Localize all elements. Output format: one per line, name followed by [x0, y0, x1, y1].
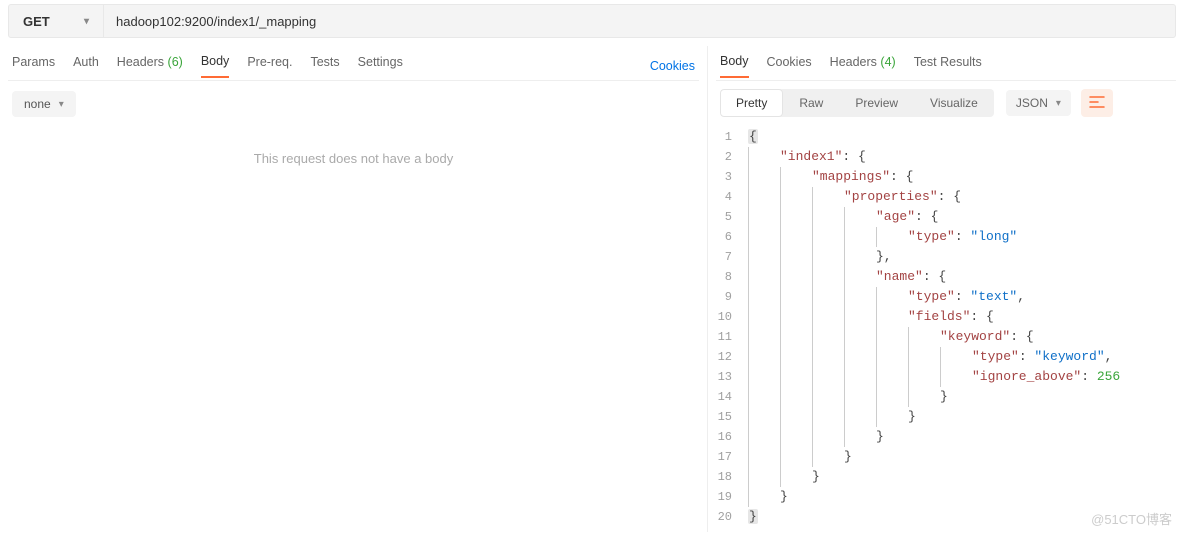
response-toolbar: Pretty Raw Preview Visualize JSON ▾	[708, 81, 1184, 123]
tab-resp-headers[interactable]: Headers (4)	[830, 55, 896, 77]
line-number: 14	[708, 387, 744, 407]
code-line: 1{	[708, 127, 1184, 147]
line-number: 9	[708, 287, 744, 307]
code-line: 9"type": "text",	[708, 287, 1184, 307]
code-line: 11"keyword": {	[708, 327, 1184, 347]
tab-params[interactable]: Params	[12, 55, 55, 77]
view-visualize[interactable]: Visualize	[914, 89, 994, 117]
chevron-down-icon: ▾	[1056, 98, 1061, 109]
chevron-down-icon: ▾	[59, 99, 64, 110]
view-pretty[interactable]: Pretty	[720, 89, 783, 117]
line-number: 4	[708, 187, 744, 207]
line-number: 1	[708, 127, 744, 147]
body-type-selector[interactable]: none ▾	[12, 91, 76, 117]
line-number: 15	[708, 407, 744, 427]
line-content: "keyword": {	[744, 327, 1184, 347]
code-line: 16}	[708, 427, 1184, 447]
tab-settings[interactable]: Settings	[358, 55, 403, 77]
line-content: "type": "long"	[744, 227, 1184, 247]
empty-body-message: This request does not have a body	[0, 151, 707, 166]
method-selector[interactable]: GET ▾	[9, 5, 104, 37]
line-number: 16	[708, 427, 744, 447]
url-input[interactable]	[104, 14, 1175, 29]
code-line: 6"type": "long"	[708, 227, 1184, 247]
request-bar: GET ▾	[8, 4, 1176, 38]
tab-body[interactable]: Body	[201, 54, 230, 78]
response-code[interactable]: 1{2"index1": {3"mappings": {4"properties…	[708, 123, 1184, 532]
code-line: 3"mappings": {	[708, 167, 1184, 187]
tab-resp-body[interactable]: Body	[720, 54, 749, 78]
line-number: 18	[708, 467, 744, 487]
wrap-icon	[1089, 95, 1105, 111]
line-number: 12	[708, 347, 744, 367]
code-line: 15}	[708, 407, 1184, 427]
request-pane: Params Auth Headers (6) Body Pre-req. Te…	[0, 46, 708, 532]
code-line: 18}	[708, 467, 1184, 487]
line-content: "ignore_above": 256	[744, 367, 1184, 387]
tab-prereq[interactable]: Pre-req.	[247, 55, 292, 77]
code-line: 17}	[708, 447, 1184, 467]
tab-headers[interactable]: Headers (6)	[117, 55, 183, 77]
format-selector[interactable]: JSON ▾	[1006, 90, 1071, 116]
code-line: 4"properties": {	[708, 187, 1184, 207]
wrap-lines-button[interactable]	[1081, 89, 1113, 117]
view-raw[interactable]: Raw	[783, 89, 839, 117]
line-number: 20	[708, 507, 744, 527]
line-content: },	[744, 247, 1184, 267]
line-content: }	[744, 427, 1184, 447]
line-content: "age": {	[744, 207, 1184, 227]
code-line: 10"fields": {	[708, 307, 1184, 327]
line-content: {	[744, 127, 1184, 147]
code-line: 8"name": {	[708, 267, 1184, 287]
code-line: 2"index1": {	[708, 147, 1184, 167]
code-line: 14}	[708, 387, 1184, 407]
line-content: }	[744, 387, 1184, 407]
line-content: }	[744, 467, 1184, 487]
code-line: 5"age": {	[708, 207, 1184, 227]
line-number: 10	[708, 307, 744, 327]
line-number: 7	[708, 247, 744, 267]
response-tabs: Body Cookies Headers (4) Test Results	[708, 46, 1184, 80]
view-preview[interactable]: Preview	[839, 89, 914, 117]
line-content: }	[744, 447, 1184, 467]
code-line: 19}	[708, 487, 1184, 507]
cookies-link[interactable]: Cookies	[650, 59, 695, 73]
line-content: }	[744, 407, 1184, 427]
line-number: 6	[708, 227, 744, 247]
body-controls: none ▾	[0, 81, 707, 127]
watermark: @51CTO博客	[1091, 509, 1172, 528]
tab-resp-cookies[interactable]: Cookies	[767, 55, 812, 77]
line-content: "name": {	[744, 267, 1184, 287]
line-number: 11	[708, 327, 744, 347]
line-content: "fields": {	[744, 307, 1184, 327]
tab-tests[interactable]: Tests	[310, 55, 339, 77]
line-content: "index1": {	[744, 147, 1184, 167]
line-number: 17	[708, 447, 744, 467]
line-number: 13	[708, 367, 744, 387]
view-mode-tabs: Pretty Raw Preview Visualize	[720, 89, 994, 117]
tab-resp-testresults[interactable]: Test Results	[914, 55, 982, 77]
request-tabs: Params Auth Headers (6) Body Pre-req. Te…	[0, 46, 707, 80]
line-number: 2	[708, 147, 744, 167]
line-number: 8	[708, 267, 744, 287]
code-line: 12"type": "keyword",	[708, 347, 1184, 367]
chevron-down-icon: ▾	[84, 16, 89, 27]
response-pane: Body Cookies Headers (4) Test Results Pr…	[708, 46, 1184, 532]
code-line: 13"ignore_above": 256	[708, 367, 1184, 387]
line-content: "type": "text",	[744, 287, 1184, 307]
line-content: }	[744, 487, 1184, 507]
method-label: GET	[23, 14, 50, 29]
line-content: "properties": {	[744, 187, 1184, 207]
line-content: "type": "keyword",	[744, 347, 1184, 367]
line-number: 3	[708, 167, 744, 187]
line-number: 5	[708, 207, 744, 227]
line-content: "mappings": {	[744, 167, 1184, 187]
tab-auth[interactable]: Auth	[73, 55, 99, 77]
line-number: 19	[708, 487, 744, 507]
code-line: 7},	[708, 247, 1184, 267]
